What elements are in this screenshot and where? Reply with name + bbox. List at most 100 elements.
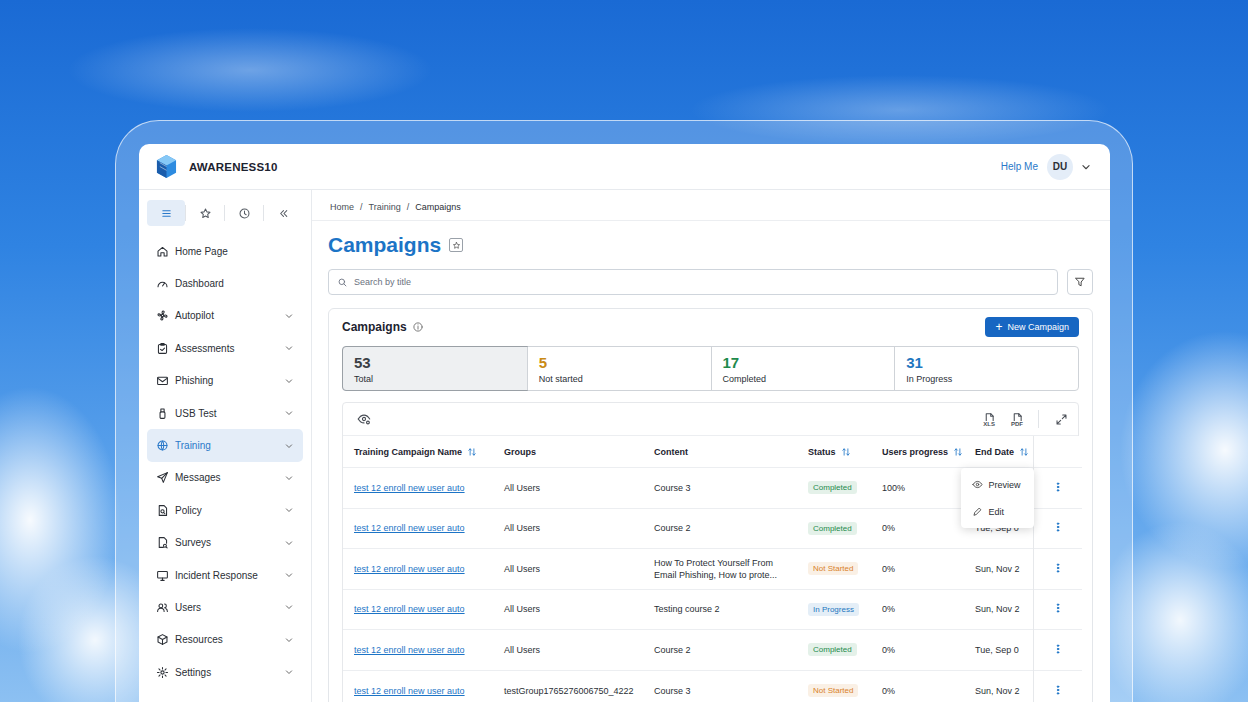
- kebab-icon: [1052, 521, 1064, 533]
- sidebar-tool-button[interactable]: [186, 200, 224, 226]
- user-avatar[interactable]: DU: [1047, 154, 1073, 180]
- sidebar-item[interactable]: Training: [147, 429, 303, 461]
- menu-item[interactable]: Preview: [961, 471, 1034, 498]
- column-header: Content: [644, 436, 798, 468]
- icon-shape: [163, 544, 166, 547]
- showcase-frame: AWARENESS10 Help Me DU Home Page Dashboard Au…: [115, 120, 1133, 702]
- kebab-button[interactable]: [1052, 643, 1064, 655]
- stat-tile[interactable]: 53Total: [343, 347, 527, 390]
- stat-tile[interactable]: 17Completed: [711, 347, 895, 390]
- page: {"app": {"logo_text": "AWARENESS10", "he…: [0, 0, 1248, 702]
- logo-icon[interactable]: [156, 154, 177, 179]
- logo-text[interactable]: AWARENESS10: [189, 161, 277, 173]
- campaign-link[interactable]: test 12 enroll new user auto: [354, 564, 465, 574]
- icon-graphic: [1052, 684, 1064, 696]
- campaign-link[interactable]: test 12 enroll new user auto: [354, 686, 465, 696]
- funnel-icon: [1074, 276, 1086, 288]
- sidebar-item-label: Training: [175, 440, 283, 451]
- icon-graphic: [1052, 602, 1064, 614]
- icon-shape: [286, 380, 291, 383]
- sidebar-item[interactable]: Home Page: [147, 235, 303, 267]
- sidebar-item[interactable]: Policy: [147, 494, 303, 526]
- stat-tile[interactable]: 5Not started: [527, 347, 711, 390]
- chevron-down-icon: [283, 569, 295, 581]
- end-date: Sun, Nov 2: [975, 686, 1020, 696]
- column-header[interactable]: Status: [798, 436, 872, 468]
- app-window: AWARENESS10 Help Me DU Home Page Dashboard Au…: [139, 144, 1110, 702]
- expand-icon[interactable]: [1055, 413, 1068, 426]
- icon-graphic: [156, 154, 177, 179]
- breadcrumb-item[interactable]: Home: [330, 202, 354, 213]
- chevron-down-icon: [283, 537, 295, 549]
- campaign-link[interactable]: test 12 enroll new user auto: [354, 604, 465, 614]
- sidebar-item[interactable]: Settings: [147, 656, 303, 688]
- column-header[interactable]: Training Campaign Name: [343, 436, 494, 468]
- sort-icon[interactable]: [1019, 447, 1029, 457]
- column-header[interactable]: End Date: [965, 436, 1033, 468]
- kebab-button[interactable]: [1052, 481, 1064, 493]
- icon-shape: [157, 667, 167, 677]
- end-date-cell: Tue, Sep 0: [965, 630, 1033, 671]
- groups-cell: All Users: [494, 589, 644, 630]
- sidebar-item[interactable]: Autopilot: [147, 300, 303, 332]
- sort-icon[interactable]: [467, 447, 477, 457]
- search-field[interactable]: [328, 269, 1058, 295]
- new-campaign-button[interactable]: +New Campaign: [985, 317, 1079, 337]
- table-body: test 12 enroll new user autoAll UsersCou…: [343, 468, 1082, 702]
- sidebar-item[interactable]: Assessments: [147, 332, 303, 364]
- kebab-button[interactable]: [1052, 684, 1064, 696]
- icon-shape: [157, 160, 167, 178]
- icon-shape: [286, 542, 291, 545]
- sidebar-tool-button[interactable]: [147, 200, 185, 226]
- campaign-link[interactable]: test 12 enroll new user auto: [354, 483, 465, 493]
- box-icon: [156, 633, 169, 646]
- icon-shape: [1057, 483, 1059, 485]
- sidebar-item[interactable]: Phishing: [147, 365, 303, 397]
- icon-shape: [974, 508, 981, 515]
- stat-tile[interactable]: 31In Progress: [894, 347, 1078, 390]
- chevron-down-icon: [283, 504, 295, 516]
- menu-item[interactable]: Edit: [961, 498, 1034, 525]
- column-header[interactable]: Users progress: [872, 436, 965, 468]
- star-icon: [452, 241, 461, 250]
- breadcrumb-item[interactable]: Training: [369, 202, 401, 213]
- sidebar-item[interactable]: USB Test: [147, 397, 303, 429]
- export-button[interactable]: PDF: [1010, 412, 1024, 427]
- favorite-button[interactable]: [449, 238, 463, 252]
- toolbar-separator: [224, 205, 225, 221]
- icon-shape: [1057, 564, 1059, 566]
- sidebar-item[interactable]: Users: [147, 591, 303, 623]
- campaign-link[interactable]: test 12 enroll new user auto: [354, 645, 465, 655]
- chevron-down-icon[interactable]: [1079, 160, 1093, 174]
- table-head: Training Campaign NameGroupsContentStatu…: [343, 436, 1082, 468]
- search-input[interactable]: [354, 277, 1049, 287]
- sidebar-item[interactable]: Incident Response: [147, 559, 303, 591]
- end-date: Sun, Nov 2: [975, 604, 1020, 614]
- sidebar-tool-button[interactable]: [264, 200, 302, 226]
- help-link[interactable]: Help Me: [1001, 161, 1038, 172]
- icon-graphic: [841, 447, 851, 457]
- sort-icon[interactable]: [841, 447, 851, 457]
- icon-graphic: [156, 504, 169, 517]
- sidebar-item[interactable]: Messages: [147, 462, 303, 494]
- sidebar-item[interactable]: Resources: [147, 624, 303, 656]
- filter-button[interactable]: [1067, 269, 1093, 295]
- chevron-down-icon: [283, 472, 295, 484]
- icon-shape: [1057, 689, 1059, 691]
- eye-settings-icon[interactable]: [357, 412, 371, 426]
- sidebar-tool-button[interactable]: [225, 200, 263, 226]
- kebab-button[interactable]: [1052, 562, 1064, 574]
- icon-shape: [159, 604, 163, 608]
- sidebar-item[interactable]: Surveys: [147, 527, 303, 559]
- icon-shape: [1057, 523, 1059, 525]
- campaign-link[interactable]: test 12 enroll new user auto: [354, 523, 465, 533]
- export-button[interactable]: XLS: [982, 412, 996, 427]
- kebab-button[interactable]: [1052, 521, 1064, 533]
- sort-icon[interactable]: [953, 447, 963, 457]
- kebab-button[interactable]: [1052, 602, 1064, 614]
- icon-shape: [286, 671, 291, 674]
- icon-graphic: [156, 245, 169, 258]
- icon-shape: [1057, 648, 1059, 650]
- sidebar-item[interactable]: Dashboard: [147, 267, 303, 299]
- sidebar-item-label: Dashboard: [175, 278, 283, 289]
